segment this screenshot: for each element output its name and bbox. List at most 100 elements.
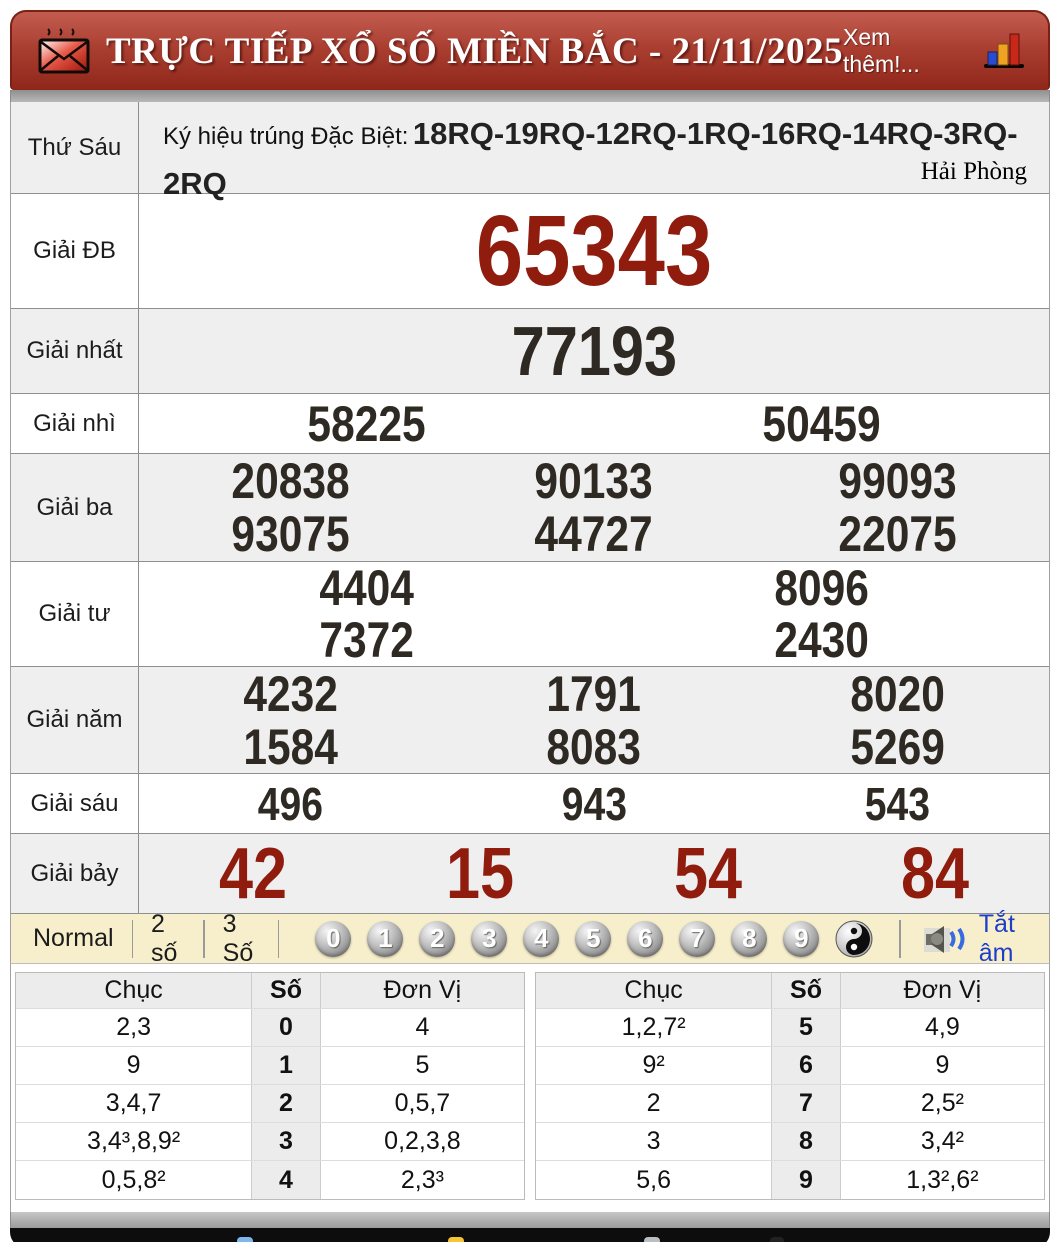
ball-2[interactable]: 2 [419, 920, 456, 957]
prize-label-nhi: Giải nhì [11, 394, 139, 453]
prize-cell: 42 [139, 834, 367, 913]
prize-label-tu: Giải tư [11, 562, 139, 666]
ball-4[interactable]: 4 [523, 920, 560, 957]
tens-cell: 9 [16, 1047, 253, 1084]
tens-cell: 3,4³,8,9² [16, 1123, 253, 1160]
prize-cell: 496 [139, 774, 442, 833]
digit-row: 3 8 3,4² [536, 1123, 1044, 1161]
ball-1[interactable]: 1 [367, 920, 404, 957]
digit-row: 91 5 [16, 1047, 524, 1085]
prize-values: 4232 1791 8020 1584 8083 5269 [139, 667, 1049, 773]
ball-5[interactable]: 5 [575, 920, 612, 957]
frame-bottom [10, 1212, 1050, 1228]
prize-cell: 44727 [442, 508, 745, 562]
digit-cell: 7 [772, 1085, 841, 1122]
tens-cell: 3,4,7 [16, 1085, 253, 1122]
page: TRỰC TIẾP XỔ SỐ MIỀN BẮC - 21/11/2025 Xe… [0, 0, 1060, 1242]
prize-cell: 1791 [442, 667, 745, 720]
speaker-icon[interactable] [923, 922, 969, 956]
ball-3[interactable]: 3 [471, 920, 508, 957]
prize-number: 4404 [319, 560, 414, 616]
partial-icon-black [770, 1237, 784, 1242]
prize-row-tu: Giải tư 4404 8096 7372 2430 [11, 562, 1049, 667]
digit-row: 5,6 9 1,3²,6² [536, 1161, 1044, 1199]
prize-number: 8083 [546, 718, 642, 775]
ball-8[interactable]: 8 [731, 920, 768, 957]
prize-cell: 84 [822, 834, 1050, 913]
units-cell: 5 [415, 1051, 430, 1079]
prize-cell: 943 [442, 774, 745, 833]
prize-cell: 8083 [442, 720, 745, 773]
ball-7[interactable]: 7 [679, 920, 716, 957]
prize-cell: 90133 [442, 454, 745, 508]
prize-number: 943 [561, 777, 627, 830]
units-cell: 4,9 [925, 1013, 960, 1041]
prize-row-bay: Giải bảy 42 15 54 84 [11, 834, 1049, 914]
tens-cell: 0,5,8² [16, 1161, 253, 1199]
prize-label-nhat: Giải nhất [11, 309, 139, 393]
yin-yang-icon[interactable] [835, 920, 873, 958]
envelope-icon [36, 25, 92, 77]
digit-row: 3,4³,8,9² 3 0,2,3,8 [16, 1123, 524, 1161]
prize-cell: 58225 [139, 394, 594, 453]
prize-cell: 99093 [746, 454, 1049, 508]
prize-number: 20838 [231, 452, 350, 509]
divider [277, 919, 280, 958]
prize-cell: 4404 [139, 562, 594, 614]
prize-cell: 8096 [594, 562, 1049, 614]
digit-row: 2,3 0 4 [16, 1009, 524, 1047]
units-cell: 0,2,3,8 [384, 1127, 461, 1155]
prize-cell: 54 [594, 834, 822, 913]
tens-cell: 2 [536, 1085, 773, 1122]
lottery-widget: TRỰC TIẾP XỔ SỐ MIỀN BẮC - 21/11/2025 Xe… [10, 10, 1050, 1242]
prize-label-bay: Giải bảy [11, 834, 139, 913]
prize-values: 77193 [139, 309, 1049, 393]
divider [131, 919, 134, 958]
bar-chart-icon[interactable] [982, 30, 1026, 72]
ball-9[interactable]: 9 [783, 920, 820, 957]
prize-number: 543 [864, 777, 930, 830]
digit-table-header: Chục Số Đơn Vị [16, 973, 524, 1009]
ball-0[interactable]: 0 [315, 920, 352, 957]
divider [203, 919, 205, 958]
prize-number: 50459 [762, 395, 881, 452]
prize-number: 90133 [534, 452, 654, 509]
units-cell: 2,3³ [400, 1165, 444, 1194]
units-cell: 4 [415, 1013, 430, 1041]
mode-2so-button[interactable]: 2 số [151, 910, 185, 968]
tens-cell: 5,6 [536, 1161, 773, 1199]
digit-cell: 4 [252, 1161, 321, 1199]
header-tens: Chục [536, 973, 773, 1008]
prize-cell: 5269 [746, 720, 1049, 773]
header-digit: Số [252, 973, 321, 1008]
prize-number: 15 [446, 833, 515, 914]
tens-cell: 1,2,7² [536, 1009, 773, 1046]
prize-row-nam: Giải năm 4232 1791 8020 1584 8083 5269 [11, 667, 1049, 774]
prize-number: 99093 [838, 452, 957, 509]
mute-button[interactable]: Tắt âm [979, 910, 1035, 968]
partial-icon-yellow [448, 1237, 464, 1242]
units-cell: 2,5² [920, 1089, 964, 1117]
prize-number: 77193 [511, 312, 677, 390]
prize-number: 44727 [534, 506, 654, 563]
units-cell: 9 [935, 1051, 950, 1079]
see-more-link[interactable]: Xem thêm!... [843, 24, 970, 78]
prize-row-nhat: Giải nhất 77193 [11, 309, 1049, 394]
digit-row: 3,4,7 2 0,5,7 [16, 1085, 524, 1123]
units-cell: 0,5,7 [394, 1089, 451, 1117]
prize-number: 4232 [243, 665, 338, 722]
digit-cell: 5 [772, 1009, 841, 1046]
prize-row-sau: Giải sáu 496 943 543 [11, 774, 1049, 834]
prize-values: 42 15 54 84 [139, 834, 1049, 913]
ball-6[interactable]: 6 [627, 920, 664, 957]
digit-summary: Chục Số Đơn Vị 2,3 0 4 9 1 5 3,4,7 2 0,5,7 3,4³,8,9²… [10, 964, 1050, 1212]
prize-number: 22075 [838, 506, 957, 563]
signature-row: Thứ Sáu Ký hiệu trúng Đặc Biệt: 18RQ-19R… [11, 102, 1049, 201]
mode-normal-button[interactable]: Normal [33, 924, 114, 953]
partial-icon-blue [237, 1237, 253, 1242]
mode-3so-button[interactable]: 3 Số [223, 910, 260, 968]
province-label: Hải Phòng [920, 158, 1027, 185]
units-cell: 1,3²,6² [906, 1165, 979, 1194]
bottom-bar [10, 1228, 1050, 1242]
prize-cell: 50459 [594, 394, 1049, 453]
